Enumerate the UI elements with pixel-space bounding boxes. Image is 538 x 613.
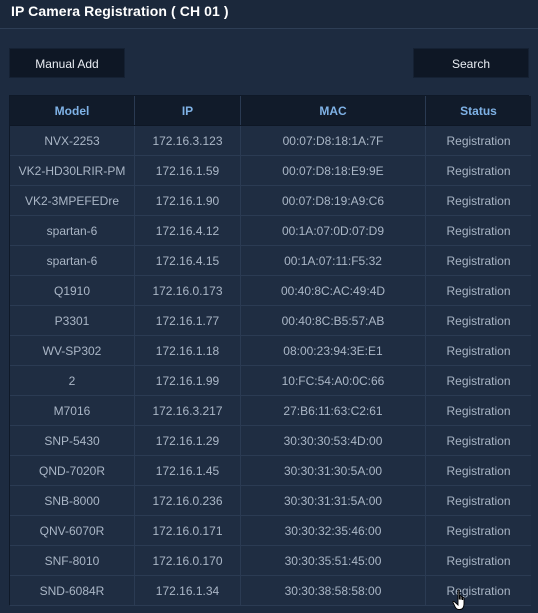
column-header-status[interactable]: Status [425,96,531,126]
table-row[interactable]: WV-SP302 172.16.1.18 08:00:23:94:3E:E1 Regi… [10,335,531,366]
cell-model: 2 [10,365,135,396]
cell-mac: 00:40:8C:B5:57:AB [240,305,426,336]
cell-mac: 08:00:23:94:3E:E1 [240,335,426,366]
column-header-ip[interactable]: IP [134,96,241,126]
cell-ip: 172.16.1.59 [134,155,241,186]
cell-model: spartan-6 [10,215,135,246]
cell-mac: 00:1A:07:0D:07:D9 [240,215,426,246]
manual-add-button[interactable]: Manual Add [9,48,125,78]
cell-status[interactable]: Registration [425,485,531,516]
table-row[interactable]: spartan-6 172.16.4.12 00:1A:07:0D:07:D9 Reg… [10,215,531,246]
cell-status[interactable]: Registration [425,455,531,486]
column-header-mac[interactable]: MAC [240,96,426,126]
cell-ip: 172.16.1.34 [134,575,241,606]
cell-ip: 172.16.4.15 [134,245,241,276]
cell-mac: 30:30:30:53:4D:00 [240,425,426,456]
table-row[interactable]: SNB-8000 172.16.0.236 30:30:31:31:5A:00 Reg… [10,485,531,516]
cell-mac: 00:07:D8:19:A9:C6 [240,185,426,216]
cell-mac: 27:B6:11:63:C2:61 [240,395,426,426]
table-row[interactable]: SNF-8010 172.16.0.170 30:30:35:51:45:00 Reg… [10,545,531,576]
cell-model: SND-6084R [10,575,135,606]
page-title: IP Camera Registration ( CH 01 ) [11,3,229,19]
cell-ip: 172.16.0.170 [134,545,241,576]
cell-status[interactable]: Registration [425,425,531,456]
cell-mac: 10:FC:54:A0:0C:66 [240,365,426,396]
cell-model: spartan-6 [10,245,135,276]
cell-model: SNP-5430 [10,425,135,456]
cell-mac: 30:30:35:51:45:00 [240,545,426,576]
cell-status[interactable]: Registration [425,575,531,606]
cell-status[interactable]: Registration [425,125,531,156]
cell-ip: 172.16.0.171 [134,515,241,546]
cell-model: WV-SP302 [10,335,135,366]
cell-mac: 00:1A:07:11:F5:32 [240,245,426,276]
cell-mac: 00:40:8C:AC:49:4D [240,275,426,306]
cell-mac: 00:07:D8:18:1A:7F [240,125,426,156]
table-row[interactable]: VK2-HD30LRIR-PM 172.16.1.59 00:07:D8:18:E9… [10,155,531,186]
cell-status[interactable]: Registration [425,185,531,216]
cell-mac: 30:30:31:30:5A:00 [240,455,426,486]
cell-status[interactable]: Registration [425,545,531,576]
cell-ip: 172.16.1.29 [134,425,241,456]
cell-model: NVX-2253 [10,125,135,156]
cell-ip: 172.16.0.173 [134,275,241,306]
table-row[interactable]: 2 172.16.1.99 10:FC:54:A0:0C:66 Registratio… [10,365,531,396]
camera-table: Model IP MAC Status NVX-2253 172.16.3.123… [9,95,531,606]
search-button[interactable]: Search [413,48,529,78]
cell-model: M7016 [10,395,135,426]
table-row[interactable]: VK2-3MPEFEDre 172.16.1.90 00:07:D8:19:A9:C… [10,185,531,216]
cell-status[interactable]: Registration [425,215,531,246]
cell-status[interactable]: Registration [425,275,531,306]
table-body: NVX-2253 172.16.3.123 00:07:D8:18:1A:7F Reg… [10,125,531,606]
cell-model: VK2-3MPEFEDre [10,185,135,216]
cell-ip: 172.16.0.236 [134,485,241,516]
cell-status[interactable]: Registration [425,365,531,396]
cell-ip: 172.16.3.123 [134,125,241,156]
table-header-row: Model IP MAC Status [10,96,531,126]
cell-status[interactable]: Registration [425,155,531,186]
cell-mac: 00:07:D8:18:E9:9E [240,155,426,186]
table-row[interactable]: SNP-5430 172.16.1.29 30:30:30:53:4D:00 Regi… [10,425,531,456]
cell-model: VK2-HD30LRIR-PM [10,155,135,186]
column-header-model[interactable]: Model [10,96,135,126]
hand-pointer-icon [452,589,465,610]
cell-status[interactable]: Registration [425,395,531,426]
cell-model: SNF-8010 [10,545,135,576]
title-bar: IP Camera Registration ( CH 01 ) [0,0,538,29]
table-row[interactable]: QNV-6070R 172.16.0.171 30:30:32:35:46:00 Re… [10,515,531,546]
cell-model: P3301 [10,305,135,336]
cell-ip: 172.16.1.77 [134,305,241,336]
cell-model: QND-7020R [10,455,135,486]
table-row[interactable]: spartan-6 172.16.4.15 00:1A:07:11:F5:32 Reg… [10,245,531,276]
table-row[interactable]: M7016 172.16.3.217 27:B6:11:63:C2:61 Regist… [10,395,531,426]
table-row[interactable]: Q1910 172.16.0.173 00:40:8C:AC:49:4D Regist… [10,275,531,306]
cell-mac: 30:30:38:58:58:00 [240,575,426,606]
cell-status[interactable]: Registration [425,515,531,546]
cell-mac: 30:30:31:31:5A:00 [240,485,426,516]
table-row[interactable]: QND-7020R 172.16.1.45 30:30:31:30:5A:00 Reg… [10,455,531,486]
cell-model: SNB-8000 [10,485,135,516]
cell-ip: 172.16.1.99 [134,365,241,396]
cell-mac: 30:30:32:35:46:00 [240,515,426,546]
cell-model: Q1910 [10,275,135,306]
cell-ip: 172.16.3.217 [134,395,241,426]
cell-ip: 172.16.4.12 [134,215,241,246]
cell-ip: 172.16.1.90 [134,185,241,216]
cell-ip: 172.16.1.45 [134,455,241,486]
cell-status[interactable]: Registration [425,305,531,336]
cell-status[interactable]: Registration [425,335,531,366]
table-row[interactable]: P3301 172.16.1.77 00:40:8C:B5:57:AB Registr… [10,305,531,336]
cell-status[interactable]: Registration [425,245,531,276]
cell-ip: 172.16.1.18 [134,335,241,366]
cell-model: QNV-6070R [10,515,135,546]
table-row[interactable]: NVX-2253 172.16.3.123 00:07:D8:18:1A:7F Reg… [10,125,531,156]
